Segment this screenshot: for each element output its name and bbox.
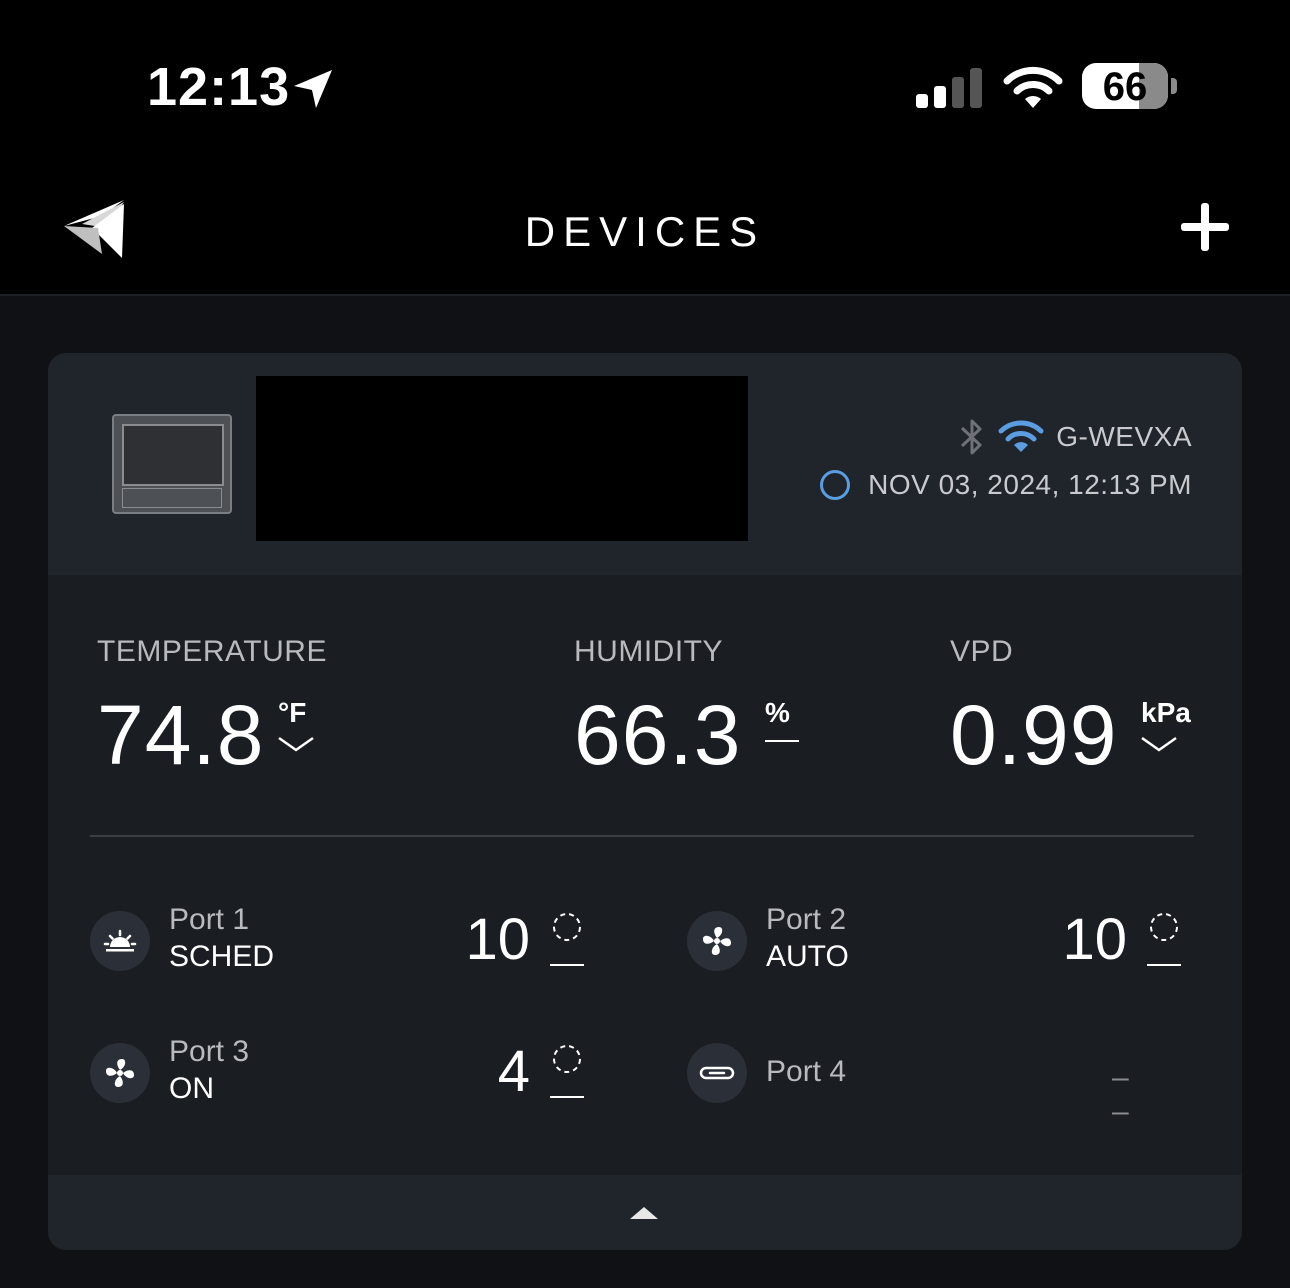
metric-label: HUMIDITY	[574, 635, 723, 668]
unplugged-icon	[687, 1043, 747, 1103]
nav-bar: DEVICES	[0, 170, 1290, 296]
port-mode: SCHED	[169, 940, 275, 973]
port-name: Port 3	[169, 1035, 250, 1068]
clock: 12:13	[147, 57, 291, 117]
metric-label: VPD	[950, 635, 1014, 668]
chevron-down-icon[interactable]	[1140, 735, 1178, 753]
battery-indicator: 66	[1082, 63, 1178, 111]
sunrise-icon	[90, 911, 150, 971]
port-level: 10	[465, 907, 530, 972]
vpd-metric[interactable]: VPD 0.99 kPa	[950, 635, 1191, 782]
device-id: G-WEVXA	[1056, 421, 1192, 452]
controller-thumbnail	[112, 414, 232, 514]
fan-icon	[90, 1043, 150, 1103]
fan-icon	[687, 911, 747, 971]
humidity-metric[interactable]: HUMIDITY 66.3 %	[574, 635, 799, 782]
device-card[interactable]: G-WEVXA NOV 03, 2024, 12:13 PM TEMPERATU…	[48, 353, 1242, 1250]
chevron-up-icon[interactable]	[628, 1205, 660, 1221]
divider	[90, 835, 1194, 837]
wifi-connected-icon	[998, 420, 1044, 452]
port-name: Port 4	[766, 1055, 847, 1088]
chevron-down-icon[interactable]	[277, 735, 315, 753]
port-name: Port 2	[766, 903, 847, 936]
metric-label: TEMPERATURE	[97, 635, 327, 668]
level-underline	[550, 1096, 584, 1098]
port-name: Port 1	[169, 903, 250, 936]
plus-icon[interactable]	[1178, 200, 1232, 254]
status-ring-icon	[820, 470, 851, 500]
last-update-timestamp: NOV 03, 2024, 12:13 PM	[868, 469, 1192, 500]
level-dial-icon	[553, 1045, 581, 1073]
port-mode: ON	[169, 1072, 214, 1105]
level-dial-icon	[1150, 913, 1178, 941]
port-no-data: – –	[1112, 1061, 1133, 1128]
dash-indicator	[765, 740, 799, 742]
port-mode: AUTO	[766, 940, 849, 973]
port-level: 4	[497, 1039, 530, 1104]
location-arrow-icon	[294, 70, 332, 108]
metric-unit: %	[765, 697, 790, 728]
metric-value: 74.8	[97, 688, 265, 782]
level-underline	[1147, 964, 1181, 966]
page-title: DEVICES	[524, 208, 766, 255]
device-list: G-WEVXA NOV 03, 2024, 12:13 PM TEMPERATU…	[0, 296, 1290, 1288]
level-dial-icon	[553, 913, 581, 941]
cellular-signal-icon	[916, 68, 982, 108]
redacted-device-name	[256, 376, 748, 541]
battery-percent: 66	[1102, 65, 1148, 109]
level-underline	[550, 964, 584, 966]
card-footer	[48, 1175, 1242, 1250]
metric-value: 0.99	[950, 688, 1118, 782]
last-update-row: NOV 03, 2024, 12:13 PM	[820, 465, 1192, 505]
status-bar: 12:13 66	[0, 0, 1290, 170]
bluetooth-icon	[961, 419, 982, 455]
metric-unit: kPa	[1141, 697, 1191, 728]
metric-unit: °F	[278, 697, 307, 728]
wifi-icon	[1003, 66, 1063, 108]
temperature-metric[interactable]: TEMPERATURE 74.8 °F	[97, 635, 327, 782]
port-level: 10	[1062, 907, 1127, 972]
metric-value: 66.3	[574, 688, 742, 782]
device-card-header[interactable]: G-WEVXA NOV 03, 2024, 12:13 PM	[48, 353, 1242, 575]
device-connection-row: G-WEVXA	[958, 417, 1192, 457]
